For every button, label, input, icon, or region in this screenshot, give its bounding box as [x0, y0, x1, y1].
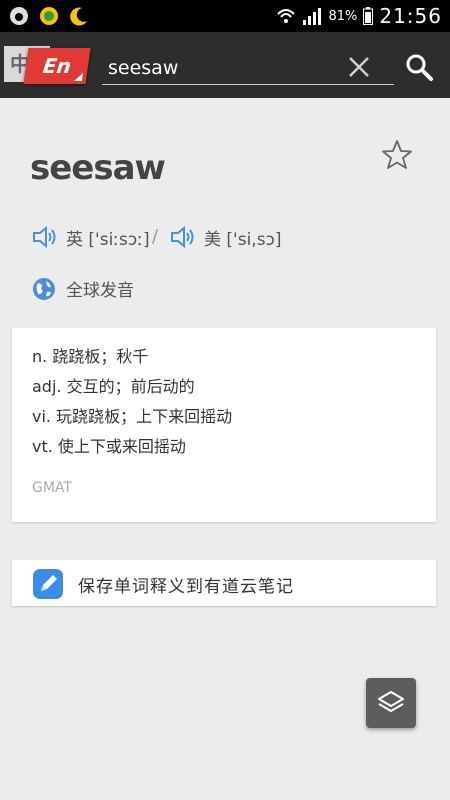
layers-button[interactable] — [366, 678, 416, 728]
global-pron-label: 全球发音 — [66, 281, 134, 301]
status-bar: 81% 21:56 — [0, 0, 450, 32]
definition-list: n. 跷跷板；秋千 adj. 交互的；前后动的 vi. 玩跷跷板；上下来回摇动 … — [32, 342, 232, 462]
lang-en-label: En — [41, 54, 73, 78]
definition-item: adj. 交互的；前后动的 — [32, 377, 195, 396]
dropdown-corner-icon — [73, 73, 84, 81]
save-to-note-button[interactable]: 保存单词释义到有道云笔记 — [12, 560, 436, 606]
clock: 21:56 — [379, 4, 442, 28]
clear-icon[interactable] — [346, 54, 372, 80]
definition-item: vt. 使上下或来回摇动 — [32, 437, 186, 456]
uk-pronunciation[interactable]: 英 ['siːsɔː] — [32, 222, 150, 252]
definition-item: n. 跷跷板；秋千 — [32, 347, 149, 366]
globe-icon — [33, 277, 55, 300]
battery-percent: 81% — [328, 8, 358, 24]
pron-separator: / — [152, 226, 159, 247]
favorite-star-icon[interactable] — [380, 138, 414, 172]
notification-app-icon — [10, 7, 28, 25]
lang-switch-en[interactable]: En — [23, 48, 91, 84]
us-pron-text: 美 ['si,sɔ] — [204, 229, 282, 250]
headword: seesaw — [30, 148, 166, 188]
uk-pron-text: 英 ['siːsɔː] — [66, 229, 150, 250]
search-bar: 中 En — [0, 32, 450, 98]
save-note-label: 保存单词释义到有道云笔记 — [78, 577, 294, 597]
note-pen-icon — [33, 569, 63, 599]
layers-icon — [378, 691, 404, 712]
definitions-card: n. 跷跷板；秋千 adj. 交互的；前后动的 vi. 玩跷跷板；上下来回摇动 … — [12, 328, 436, 522]
signal-icon — [303, 8, 322, 25]
exam-tag: GMAT — [32, 480, 72, 496]
speaker-icon — [171, 225, 194, 249]
android-icon — [40, 7, 58, 25]
definition-item: vi. 玩跷跷板；上下来回摇动 — [32, 407, 233, 426]
moon-icon — [70, 7, 87, 26]
wifi-icon — [277, 9, 296, 23]
global-pronunciation-link[interactable]: 全球发音 — [32, 276, 134, 301]
speaker-icon — [33, 225, 56, 249]
battery-icon — [363, 7, 374, 25]
search-icon[interactable] — [404, 52, 434, 82]
us-pronunciation[interactable]: 美 ['si,sɔ] — [170, 222, 282, 252]
